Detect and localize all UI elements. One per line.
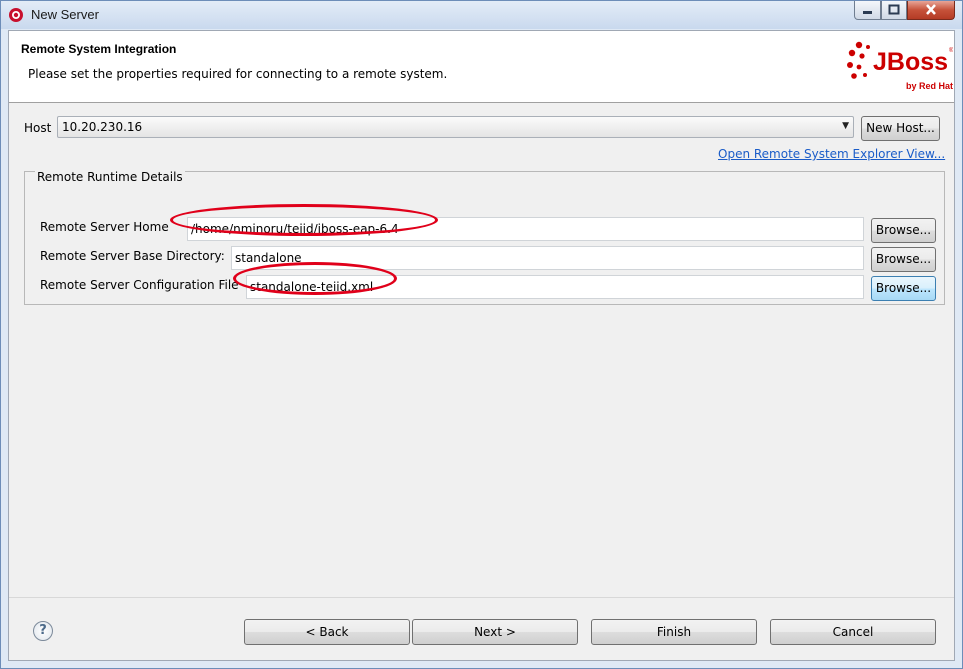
remote-server-base-directory-label: Remote Server Base Directory: <box>40 249 225 263</box>
svg-text:®: ® <box>949 47 953 54</box>
host-select[interactable]: 10.20.230.16 ▼ <box>57 116 854 138</box>
next-button[interactable]: Next > <box>412 619 578 645</box>
browse-base-directory-button[interactable]: Browse... <box>871 247 936 272</box>
remote-server-home-label: Remote Server Home <box>40 220 169 234</box>
open-remote-system-explorer-link[interactable]: Open Remote System Explorer View... <box>718 147 945 161</box>
eclipse-server-icon <box>9 8 23 22</box>
remote-server-configuration-file-label: Remote Server Configuration File <box>40 278 239 292</box>
minimize-button[interactable] <box>854 1 881 20</box>
finish-button[interactable]: Finish <box>591 619 757 645</box>
button-bar-separator <box>9 597 954 598</box>
browse-home-button[interactable]: Browse... <box>871 218 936 243</box>
host-select-value: 10.20.230.16 <box>62 120 143 134</box>
back-button[interactable]: < Back <box>244 619 410 645</box>
remote-runtime-details-group: Remote Runtime Details Remote Server Hom… <box>24 170 945 305</box>
page-title: Remote System Integration <box>21 42 177 56</box>
page-description: Please set the properties required for c… <box>28 67 448 81</box>
jboss-logo: JBoss ® by Red Hat <box>847 41 953 91</box>
window-title: New Server <box>31 7 99 22</box>
maximize-button[interactable] <box>881 1 907 20</box>
remote-server-base-directory-input[interactable]: standalone <box>231 246 864 270</box>
help-icon[interactable]: ? <box>33 621 53 641</box>
remote-server-home-value: /home/nminoru/teiid/jboss-eap-6.4 <box>191 222 399 236</box>
chevron-down-icon: ▼ <box>842 121 849 131</box>
remote-server-configuration-file-input[interactable]: standalone-teiid.xml <box>246 275 864 299</box>
remote-server-home-input[interactable]: /home/nminoru/teiid/jboss-eap-6.4 <box>187 217 864 241</box>
cancel-button[interactable]: Cancel <box>770 619 936 645</box>
jboss-logo-tagline: by Red Hat <box>906 81 953 91</box>
maximize-icon <box>888 4 900 15</box>
host-label: Host <box>24 121 52 135</box>
jboss-logo-text: JBoss <box>873 48 948 76</box>
close-button[interactable] <box>907 1 955 20</box>
minimize-icon <box>863 11 872 14</box>
new-host-button[interactable]: New Host... <box>861 116 940 141</box>
wizard-header: Remote System Integration Please set the… <box>9 31 954 103</box>
browse-configuration-file-button[interactable]: Browse... <box>871 276 936 301</box>
remote-server-configuration-file-value: standalone-teiid.xml <box>250 280 374 294</box>
remote-server-base-directory-value: standalone <box>235 251 302 265</box>
close-icon <box>926 4 936 15</box>
wizard-content: Remote System Integration Please set the… <box>8 30 955 661</box>
group-title: Remote Runtime Details <box>35 170 185 184</box>
new-server-window: New Server Remote System Integration Ple… <box>0 0 963 669</box>
title-bar: New Server <box>1 1 962 29</box>
